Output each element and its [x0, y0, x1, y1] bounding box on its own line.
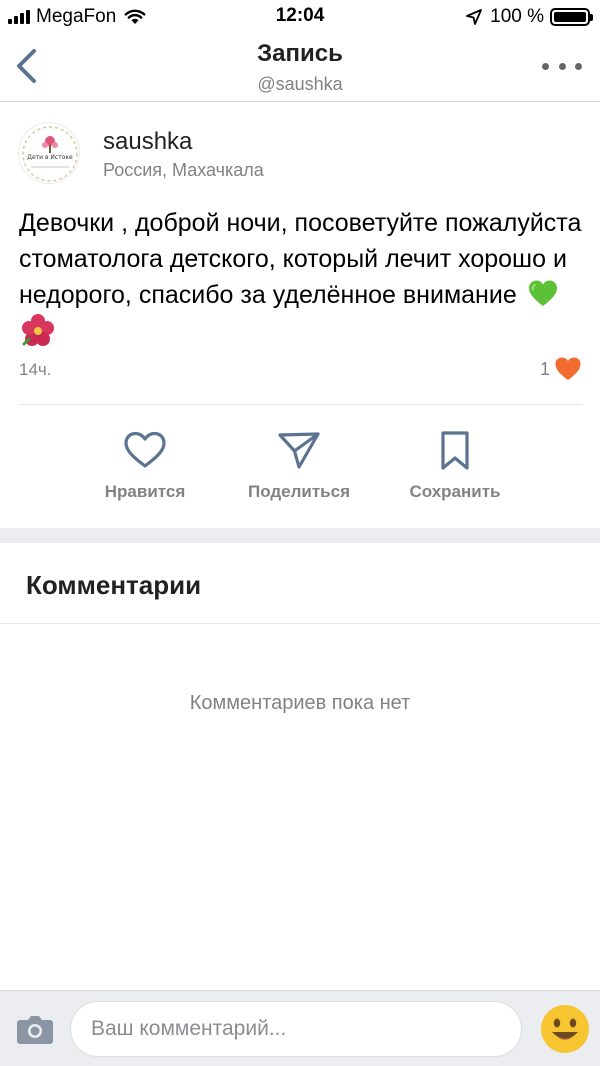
post-text: Девочки , доброй ночи, посоветуйте пожал… [19, 205, 584, 349]
page-title: Запись [257, 40, 343, 67]
heart-filled-icon [555, 357, 581, 380]
comments-heading: Комментарии [26, 570, 202, 600]
like-button[interactable]: Нравится [65, 430, 225, 510]
avatar[interactable]: Дети в Истоке [18, 122, 80, 184]
comment-input[interactable] [70, 1001, 522, 1057]
share-label: Поделиться [247, 482, 351, 501]
divider [0, 623, 600, 624]
like-label: Нравится [104, 482, 186, 501]
bookmark-icon [441, 431, 469, 470]
section-separator [0, 528, 600, 543]
post-body: Девочки , доброй ночи, посоветуйте пожал… [19, 209, 582, 309]
post-timestamp: 14ч. [19, 360, 52, 379]
post-header: Дети в Истоке saushka Россия, Махачкала [18, 118, 578, 188]
page-subtitle[interactable]: @saushka [0, 74, 600, 95]
author-location: Россия, Махачкала [103, 160, 264, 180]
like-count: 1 [539, 358, 550, 379]
camera-icon[interactable] [16, 1013, 54, 1045]
comment-composer [0, 990, 600, 1066]
avatar-text: Дети в Истоке [27, 154, 73, 161]
more-dot [575, 62, 582, 70]
battery-icon [550, 8, 593, 26]
divider [19, 404, 582, 405]
nav-bar: Запись @saushka [0, 34, 600, 102]
more-dot [542, 62, 549, 70]
status-bar: MegaFon 12:04 100 % [0, 0, 600, 34]
avatar-logo-icon: Дети в Истоке [22, 126, 78, 182]
author-name[interactable]: saushka [103, 128, 192, 156]
more-options-button[interactable] [542, 56, 582, 76]
share-send-icon [278, 432, 320, 469]
green-heart-emoji-icon [528, 280, 557, 306]
heart-outline-icon [124, 431, 166, 468]
location-arrow-icon [466, 9, 483, 25]
emoji-smile-icon[interactable] [540, 1004, 590, 1054]
more-dot [558, 62, 566, 70]
share-button[interactable]: Поделиться [219, 430, 379, 510]
status-right: 100 % [466, 5, 593, 29]
hibiscus-emoji-icon [22, 314, 54, 346]
battery-percent: 100 % [490, 6, 544, 27]
empty-comments-message: Комментариев пока нет [189, 692, 411, 714]
save-button[interactable]: Сохранить [375, 430, 535, 510]
likes-counter[interactable]: 1 [540, 356, 582, 382]
save-label: Сохранить [409, 482, 501, 501]
